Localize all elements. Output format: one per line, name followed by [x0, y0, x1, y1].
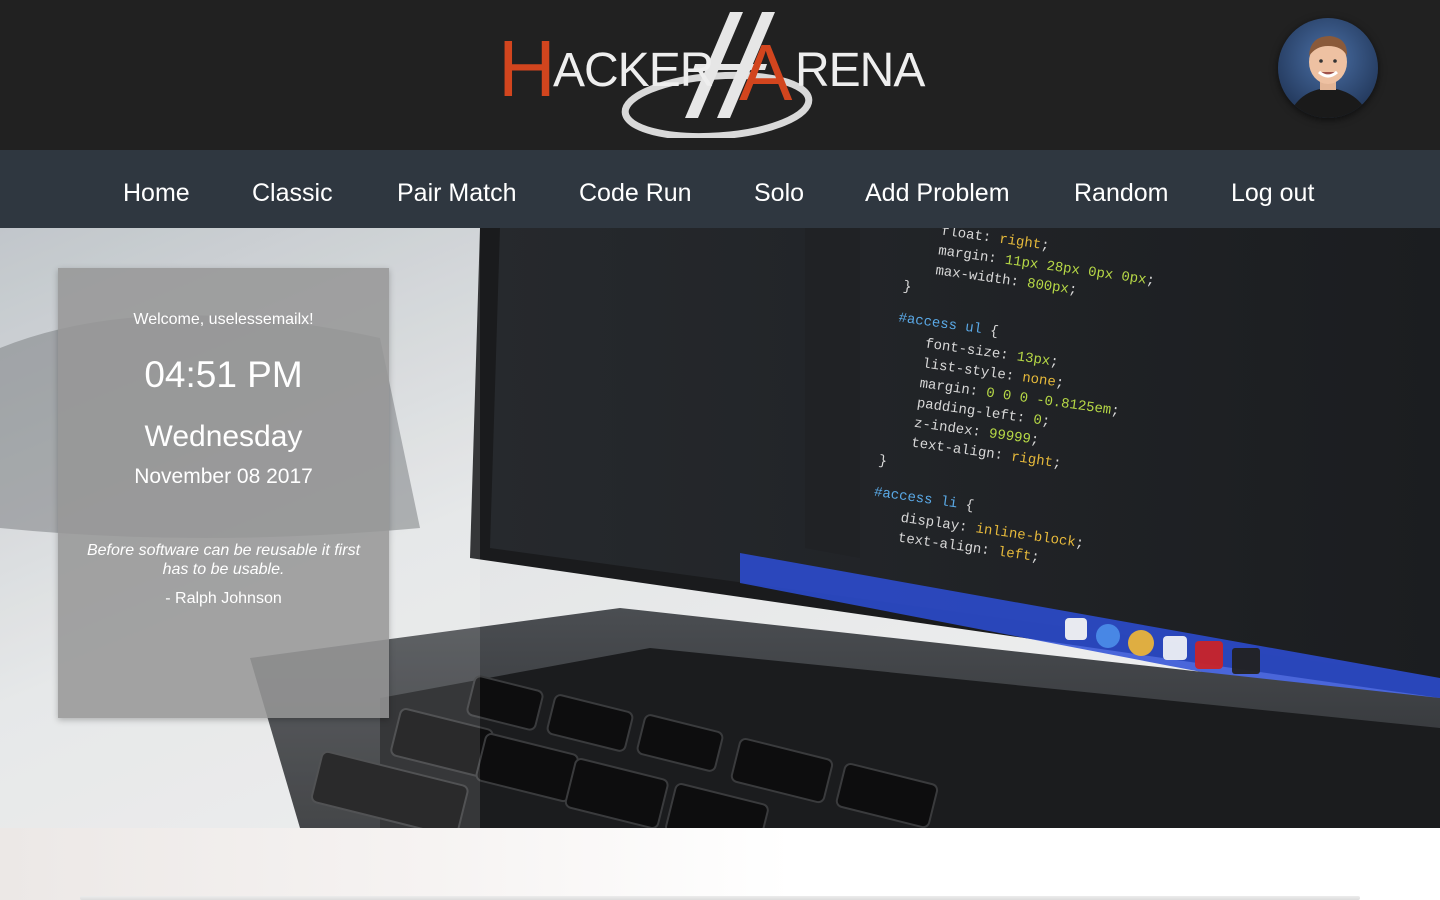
- site-header: H ACKER A RENA: [0, 0, 1440, 150]
- content-divider: [80, 896, 1360, 900]
- nav-add-problem-link[interactable]: Add Problem: [865, 150, 1010, 228]
- svg-text:RENA: RENA: [795, 44, 925, 97]
- clock-date: November 08 2017: [134, 465, 313, 488]
- nav-random-link[interactable]: Random: [1074, 150, 1169, 228]
- welcome-message: Welcome, uselessemailx!: [133, 311, 314, 328]
- hacker-arena-logo[interactable]: H ACKER A RENA: [495, 8, 940, 138]
- main-nav: Home Classic Pair Match Code Run Solo Ad…: [0, 150, 1440, 228]
- clock-day: Wednesday: [144, 420, 303, 453]
- svg-text:A: A: [739, 28, 793, 117]
- nav-classic-link[interactable]: Classic: [252, 150, 333, 228]
- nav-logout-link[interactable]: Log out: [1231, 150, 1314, 228]
- svg-text:H: H: [498, 24, 556, 113]
- svg-text:ACKER: ACKER: [553, 44, 713, 97]
- user-avatar[interactable]: [1278, 18, 1378, 118]
- nav-solo-link[interactable]: Solo: [754, 150, 804, 228]
- quote-text: Before software can be reusable it first…: [86, 542, 361, 578]
- quote-author: - Ralph Johnson: [165, 590, 282, 607]
- welcome-card: Welcome, uselessemailx! 04:51 PM Wednesd…: [58, 268, 389, 718]
- clock-time: 04:51 PM: [144, 354, 303, 395]
- nav-home-link[interactable]: Home: [123, 150, 190, 228]
- content-area: [0, 828, 1440, 900]
- nav-pair-match-link[interactable]: Pair Match: [397, 150, 516, 228]
- nav-code-run-link[interactable]: Code Run: [579, 150, 692, 228]
